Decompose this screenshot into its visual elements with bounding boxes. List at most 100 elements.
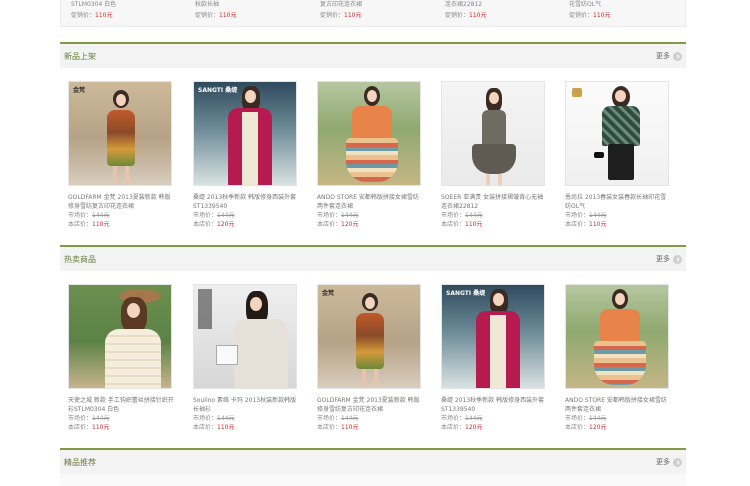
chevron-right-icon[interactable] xyxy=(673,255,682,264)
market-price: 144元 xyxy=(217,212,235,219)
product-image[interactable]: 金梵 xyxy=(68,81,172,186)
product-image[interactable]: SANGTI 桑缇 xyxy=(441,284,545,389)
product-image[interactable] xyxy=(193,284,297,389)
model-skirt xyxy=(346,138,398,182)
top-product[interactable]: 秋款长袖 促销价：110元 xyxy=(185,0,295,26)
product-name[interactable]: ANDO STORE 安都韩版拼接女裙雪纺两件套连衣裙 xyxy=(565,396,671,414)
model-face xyxy=(127,303,140,318)
market-price: 144元 xyxy=(217,415,235,422)
top-product[interactable]: 连衣裙22812 促销价：110元 xyxy=(435,0,545,26)
model-face xyxy=(365,297,375,309)
product-image[interactable] xyxy=(565,284,669,389)
product-card[interactable]: 恩尚拉 2013春装女装春款长袖印花雪纺OL气 市场价：144元 本店价：110… xyxy=(565,81,671,229)
model-bag xyxy=(594,152,604,158)
more-link[interactable]: 更多 xyxy=(656,51,670,61)
store-price: 110元 xyxy=(341,424,359,431)
product-name[interactable]: 天使之城 新款 手工钩织蕾丝拼接针织开衫STLM0304 白色 xyxy=(68,396,174,414)
store-price-row: 本店价：120元 xyxy=(193,221,235,228)
product-image[interactable] xyxy=(317,81,421,186)
market-price-row: 市场价：144元 xyxy=(68,212,110,219)
top-product-price: 110元 xyxy=(344,12,362,19)
store-price: 110元 xyxy=(217,424,235,431)
section-new-arrivals: 新品上架 更多 金梵 GOLDFARM 金梵 2013夏装新款 韩版修身雪纺复古… xyxy=(60,42,686,263)
model-face xyxy=(615,293,625,305)
store-price-row: 本店价：110元 xyxy=(441,221,483,228)
model-top xyxy=(490,315,506,388)
section-header: 新品上架 更多 xyxy=(60,42,686,68)
model-blouse xyxy=(602,106,640,146)
chevron-right-icon[interactable] xyxy=(673,52,682,61)
product-name[interactable]: GOLDFARM 金梵 2013夏装新款 韩版修身雪纺复古印花连衣裙 xyxy=(68,193,174,211)
top-product-price-row: 促销价：110元 xyxy=(445,12,487,19)
store-price: 120元 xyxy=(589,424,607,431)
product-image[interactable] xyxy=(565,81,669,186)
model-leg xyxy=(125,166,129,184)
model-top xyxy=(242,112,258,185)
product-card[interactable]: 金梵 GOLDFARM 金梵 2013夏装新款 韩版修身雪纺复古印花连衣裙 市场… xyxy=(317,284,423,432)
section-header: 精品推荐 更多 xyxy=(60,448,686,474)
top-product-price: 110元 xyxy=(95,12,113,19)
market-price: 144元 xyxy=(341,212,359,219)
store-price: 110元 xyxy=(92,221,110,228)
market-price: 144元 xyxy=(341,415,359,422)
product-name[interactable]: GOLDFARM 金梵 2013夏装新款 韩版修身雪纺复古印花连衣裙 xyxy=(317,396,423,414)
market-price-row: 市场价：144元 xyxy=(317,212,359,219)
top-product-price-row: 促销价：110元 xyxy=(195,12,237,19)
top-product-name: 花雪纺OL气 xyxy=(569,1,602,8)
product-image[interactable]: SANGTI 桑缇 xyxy=(193,81,297,186)
top-product-name: STLM0304 白色 xyxy=(71,1,117,8)
model-skirt xyxy=(594,341,646,385)
product-name[interactable]: 桑缇 2013秋季新款 韩版修身西装外套 ST1339540 xyxy=(193,193,299,211)
product-name[interactable]: Soulino 素络 卡玛 2013秋装新款韩版长袖衫 xyxy=(193,396,299,414)
product-name[interactable]: ANDO STORE 安都韩版拼接女裙雪纺两件套连衣裙 xyxy=(317,193,423,211)
market-price-row: 市场价：144元 xyxy=(68,415,110,422)
product-card[interactable]: SANGTI 桑缇 桑缇 2013秋季新款 韩版修身西装外套 ST1339540… xyxy=(441,284,547,432)
product-card[interactable]: SANGTI 桑缇 桑缇 2013秋季新款 韩版修身西装外套 ST1339540… xyxy=(193,81,299,229)
product-name[interactable]: 桑缇 2013秋季新款 韩版修身西装外套 ST1339540 xyxy=(441,396,547,414)
product-card[interactable]: SOEER 亚满贵 女装拼接褶皱背心无袖连衣裙22812 市场价：144元 本店… xyxy=(441,81,547,229)
product-card[interactable]: 金梵 GOLDFARM 金梵 2013夏装新款 韩版修身雪纺复古印花连衣裙 市场… xyxy=(68,81,174,229)
model-face xyxy=(489,92,499,104)
section-title: 精品推荐 xyxy=(64,458,96,467)
section-hot-sales: 热卖商品 更多 天使之城 新款 手工钩织蕾丝拼接针织开衫STLM0304 白色 … xyxy=(60,245,686,466)
store-price: 120元 xyxy=(341,221,359,228)
brand-logo: 金梵 xyxy=(73,87,86,94)
market-price-row: 市场价：144元 xyxy=(317,415,359,422)
chevron-right-icon[interactable] xyxy=(673,458,682,467)
product-name[interactable]: SOEER 亚满贵 女装拼接褶皱背心无袖连衣裙22812 xyxy=(441,193,547,211)
market-price: 144元 xyxy=(589,212,607,219)
top-product-price-row: 促销价：110元 xyxy=(71,12,113,19)
product-image[interactable] xyxy=(68,284,172,389)
model-leg xyxy=(486,174,490,185)
product-image[interactable] xyxy=(441,81,545,186)
store-price-row: 本店价：120元 xyxy=(441,424,483,431)
market-price: 144元 xyxy=(465,415,483,422)
product-card[interactable]: Soulino 素络 卡玛 2013秋装新款韩版长袖衫 市场价：144元 本店价… xyxy=(193,284,299,432)
top-product-name: 复古印花连衣裙 xyxy=(320,1,363,8)
section-body-cropped xyxy=(60,474,686,486)
more-link[interactable]: 更多 xyxy=(656,457,670,467)
section-recommended: 精品推荐 更多 xyxy=(60,448,686,474)
model-face xyxy=(615,90,626,102)
product-card[interactable]: ANDO STORE 安都韩版拼接女裙雪纺两件套连衣裙 市场价：144元 本店价… xyxy=(565,284,671,432)
more-link[interactable]: 更多 xyxy=(656,254,670,264)
model-skirt xyxy=(472,144,516,174)
model-dress xyxy=(356,313,384,369)
model-skirt xyxy=(608,144,634,180)
top-product[interactable]: 花雪纺OL气 促销价：110元 xyxy=(559,0,669,26)
product-image[interactable]: 金梵 xyxy=(317,284,421,389)
top-product-name: 连衣裙22812 xyxy=(445,1,483,8)
top-product-price: 110元 xyxy=(593,12,611,19)
model-cardigan xyxy=(105,329,161,388)
top-product-name: 秋款长袖 xyxy=(195,1,220,8)
product-card[interactable]: ANDO STORE 安都韩版拼接女裙雪纺两件套连衣裙 市场价：144元 本店价… xyxy=(317,81,423,229)
market-price: 144元 xyxy=(92,415,110,422)
top-product[interactable]: 复古印花连衣裙 促销价：110元 xyxy=(310,0,420,26)
store-price: 110元 xyxy=(465,221,483,228)
product-name[interactable]: 恩尚拉 2013春装女装春款长袖印花雪纺OL气 xyxy=(565,193,671,211)
top-product[interactable]: STLM0304 白色 促销价：110元 xyxy=(61,0,171,26)
product-card[interactable]: 天使之城 新款 手工钩织蕾丝拼接针织开衫STLM0304 白色 市场价：144元… xyxy=(68,284,174,432)
market-price: 144元 xyxy=(589,415,607,422)
top-product-row: STLM0304 白色 促销价：110元 秋款长袖 促销价：110元 复古印花连… xyxy=(60,0,686,27)
model-face xyxy=(116,94,126,106)
